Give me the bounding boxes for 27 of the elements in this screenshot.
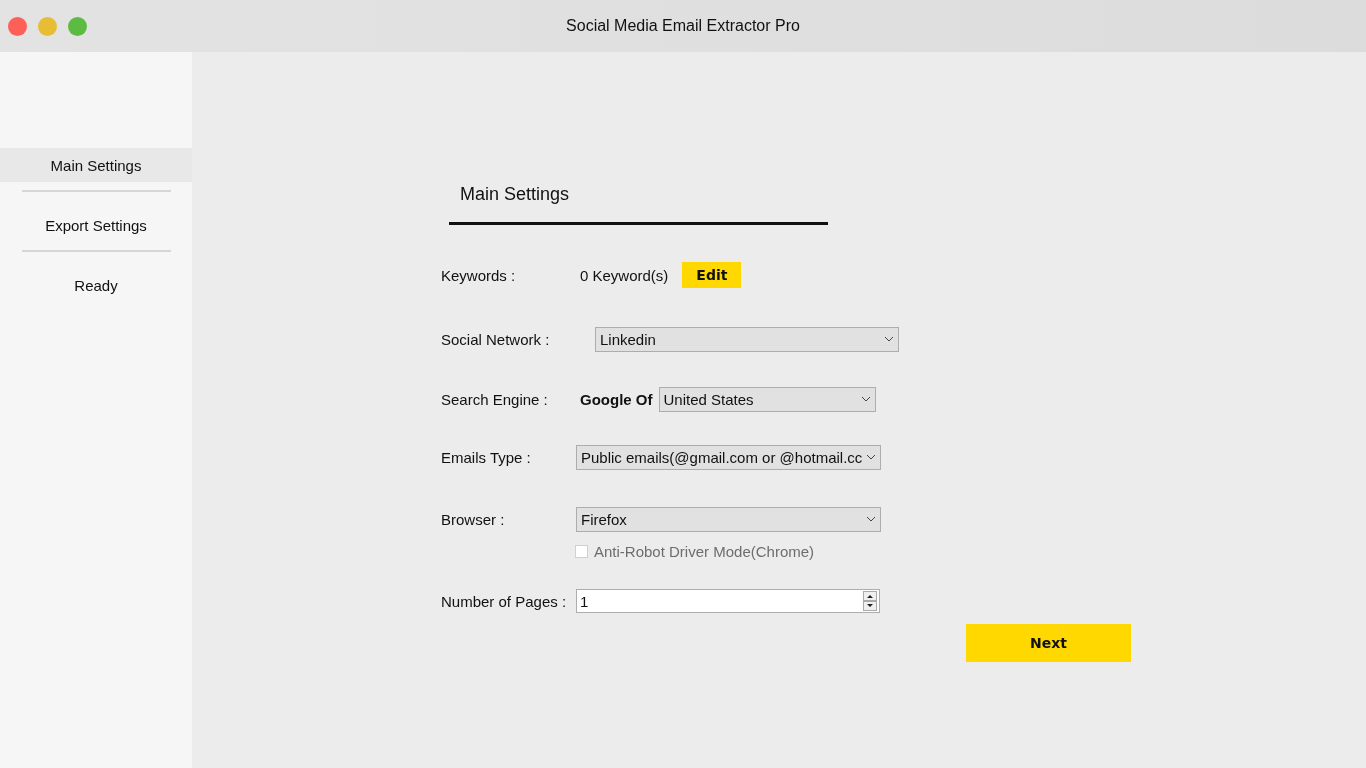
number-field[interactable]: 1 <box>576 589 880 613</box>
sidebar-item[interactable]: Main Settings <box>0 148 192 182</box>
dropdown[interactable]: Firefox <box>576 506 881 532</box>
chevron-down-icon <box>860 396 871 402</box>
maximize-button[interactable] <box>68 16 87 36</box>
dropdown[interactable]: United States <box>658 386 876 412</box>
field-label: Search Engine : <box>441 390 549 408</box>
close-button[interactable] <box>8 16 27 36</box>
field-label: Keywords : <box>441 266 517 284</box>
minimize-button[interactable] <box>38 16 57 36</box>
checkbox-label: Anti-Robot Driver Mode(Chrome) <box>594 542 815 560</box>
keyword-count: 0 Keyword(s) <box>580 266 669 284</box>
spinner-arrows-icon[interactable] <box>863 591 877 611</box>
window-title: Social Media Email Extractor Pro <box>566 17 800 35</box>
field-label: Emails Type : <box>441 448 532 466</box>
chevron-down-icon <box>884 336 894 342</box>
dropdown[interactable]: Linkedin <box>595 326 899 352</box>
dropdown[interactable]: Public emails(@gmail.com or @hotmail.cc <box>576 444 881 470</box>
chevron-down-icon <box>866 454 876 460</box>
engine-label: Google Of <box>580 390 653 408</box>
field-label: Browser : <box>441 510 506 528</box>
next-button[interactable]: Next <box>966 624 1131 662</box>
section-heading: Main Settings <box>449 184 828 225</box>
chevron-down-icon <box>866 516 876 522</box>
field-label: Number of Pages : <box>441 592 568 610</box>
edit-button[interactable]: Edit <box>682 262 742 288</box>
field-label: Social Network : <box>441 330 551 348</box>
